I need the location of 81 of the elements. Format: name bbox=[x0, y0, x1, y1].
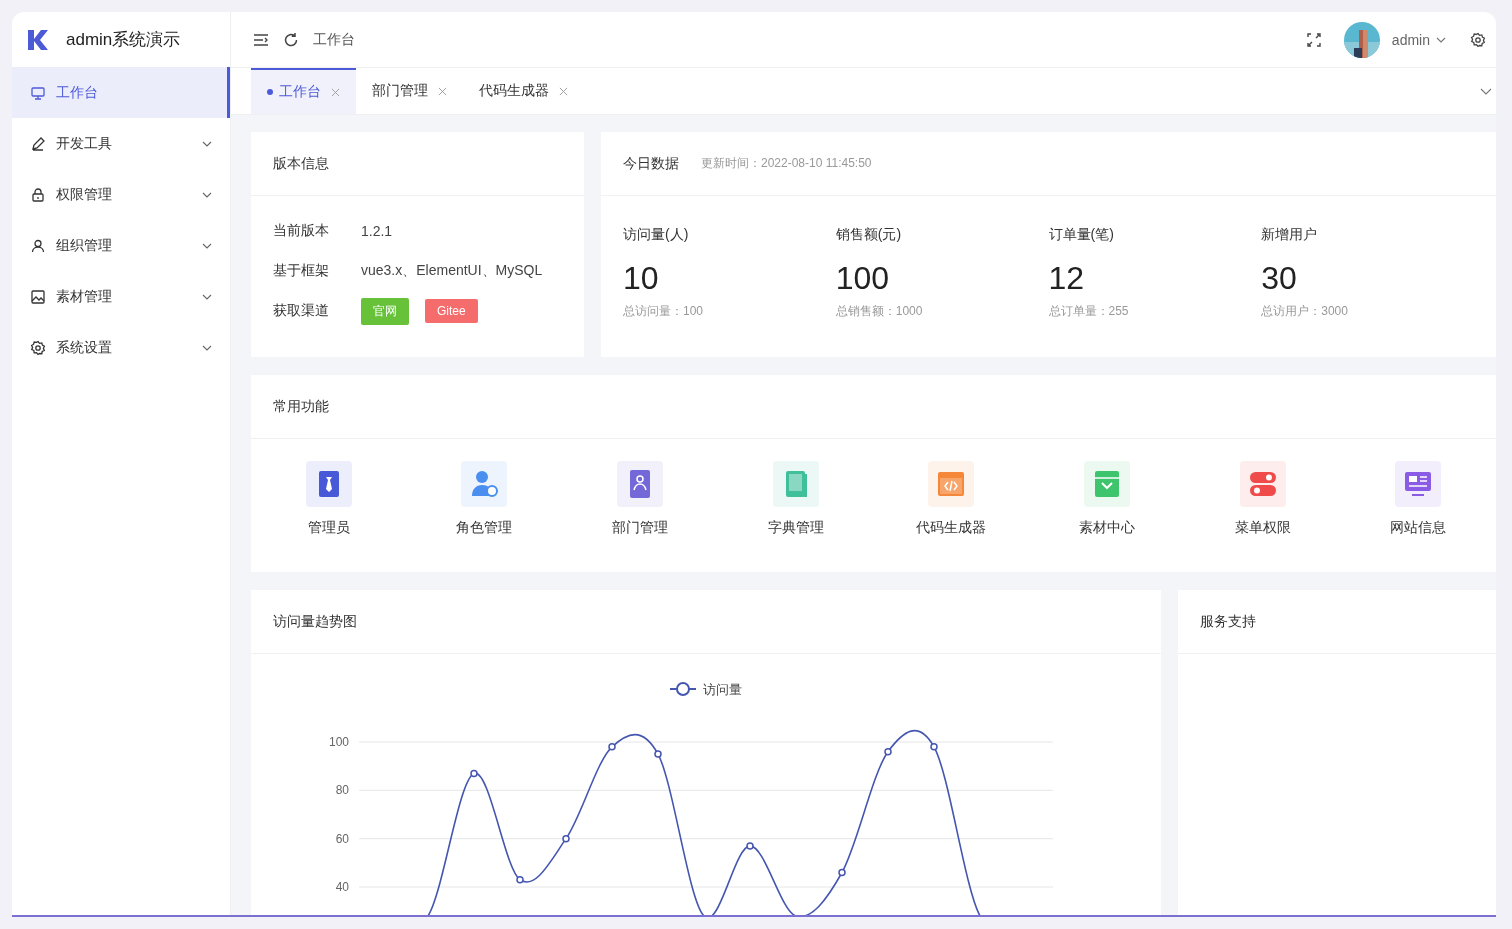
menu-icon bbox=[30, 237, 46, 254]
shortcut-item[interactable]: 菜单权限 bbox=[1184, 461, 1341, 537]
menu-icon bbox=[30, 135, 46, 152]
shortcut-icon bbox=[1239, 461, 1286, 507]
legend-label: 访问量 bbox=[703, 682, 742, 697]
stat-value: 12 bbox=[1048, 260, 1086, 297]
sidebar-item[interactable]: 权限管理 bbox=[12, 169, 230, 220]
stat-total: 总访问量：100 bbox=[623, 303, 705, 320]
data-point bbox=[930, 743, 938, 751]
tab[interactable]: 代码生成器 bbox=[463, 68, 584, 114]
shortcut-item[interactable]: 字典管理 bbox=[717, 461, 874, 537]
close-icon[interactable] bbox=[559, 86, 568, 96]
shortcut-item[interactable]: 代码生成器 bbox=[873, 461, 1030, 537]
shortcut-icon bbox=[305, 461, 352, 507]
stat-label: 订单量(笔) bbox=[1048, 226, 1115, 244]
data-point bbox=[470, 769, 478, 778]
app-name: admin系统演示 bbox=[66, 29, 181, 51]
card-title: 常用功能 bbox=[273, 397, 329, 416]
field-label: 获取渠道 bbox=[273, 302, 330, 320]
settings-icon[interactable] bbox=[1470, 31, 1486, 48]
card-title: 服务支持 bbox=[1200, 612, 1256, 631]
shortcut-icon bbox=[1395, 461, 1442, 507]
chart-legend[interactable]: 访问量 bbox=[669, 682, 742, 697]
stat-total: 总订单量：255 bbox=[1048, 303, 1130, 320]
tab[interactable]: 工作台 bbox=[251, 68, 356, 114]
data-point bbox=[562, 834, 570, 843]
chevron-icon[interactable] bbox=[1480, 87, 1492, 95]
shortcut-item[interactable]: 部门管理 bbox=[562, 461, 718, 537]
user-name[interactable]: admin bbox=[1391, 31, 1430, 48]
shortcut-icon bbox=[617, 461, 664, 507]
field-label: 基于框架 bbox=[273, 262, 330, 280]
stat-value: 10 bbox=[623, 260, 660, 297]
logo-icon bbox=[26, 27, 50, 52]
stat-total: 总销售额：1000 bbox=[835, 303, 924, 320]
axis-tick-label: 80 bbox=[335, 783, 349, 798]
data-point bbox=[654, 750, 662, 758]
refresh-icon[interactable] bbox=[283, 31, 299, 48]
shortcut-icon bbox=[772, 461, 819, 507]
axis-tick-label: 100 bbox=[328, 735, 349, 749]
card-title: 访问量趋势图 bbox=[273, 612, 357, 631]
stat-label: 访问量(人) bbox=[623, 226, 690, 244]
shortcut-icon bbox=[1083, 461, 1130, 507]
shortcut-item[interactable]: 网站信息 bbox=[1340, 461, 1496, 537]
shortcut-icon bbox=[461, 461, 508, 507]
card-title: 版本信息 bbox=[273, 154, 329, 173]
field-value: vue3.x、ElementUI、MySQL bbox=[361, 262, 543, 280]
axis-tick-label: 60 bbox=[335, 831, 349, 846]
tab[interactable]: 部门管理 bbox=[356, 68, 463, 114]
sidebar-item[interactable]: 系统设置 bbox=[12, 322, 230, 373]
data-point bbox=[746, 842, 754, 850]
stat-total: 总访用户：3000 bbox=[1261, 303, 1349, 320]
close-icon[interactable] bbox=[438, 86, 447, 96]
update-time: 更新时间：2022-08-10 11:45:50 bbox=[701, 155, 872, 172]
data-point bbox=[608, 743, 616, 751]
menu-icon bbox=[30, 339, 46, 356]
menu-icon bbox=[30, 84, 46, 101]
axis-tick-label: 40 bbox=[335, 880, 349, 894]
caret-icon bbox=[1436, 36, 1446, 43]
sidebar-item[interactable]: 素材管理 bbox=[12, 271, 230, 322]
shortcut-item[interactable]: 管理员 bbox=[251, 461, 407, 537]
shortcut-item[interactable]: 角色管理 bbox=[406, 461, 563, 537]
stat-label: 销售额(元) bbox=[835, 226, 903, 244]
data-point bbox=[838, 868, 846, 877]
shortcut-item[interactable]: 素材中心 bbox=[1029, 461, 1185, 537]
sidebar-item[interactable]: 开发工具 bbox=[12, 118, 230, 169]
sidebar-item[interactable]: 组织管理 bbox=[12, 220, 230, 271]
menu-icon bbox=[30, 288, 46, 305]
menu-icon bbox=[30, 186, 46, 203]
data-point bbox=[884, 747, 892, 756]
field-value: 1.2.1 bbox=[361, 223, 393, 239]
sidebar-item[interactable]: 工作台 bbox=[12, 67, 230, 118]
shortcut-icon bbox=[928, 461, 975, 507]
stat-value: 100 bbox=[835, 260, 891, 297]
card-title: 今日数据 bbox=[623, 154, 679, 173]
stat-label: 新增用户 bbox=[1261, 226, 1319, 244]
menu-fold-icon[interactable] bbox=[253, 31, 269, 48]
data-point bbox=[516, 876, 524, 884]
fullscreen-icon[interactable] bbox=[1305, 31, 1322, 48]
breadcrumb[interactable]: 工作台 bbox=[313, 30, 355, 49]
field-label: 当前版本 bbox=[273, 222, 330, 240]
stat-value: 30 bbox=[1261, 260, 1298, 297]
